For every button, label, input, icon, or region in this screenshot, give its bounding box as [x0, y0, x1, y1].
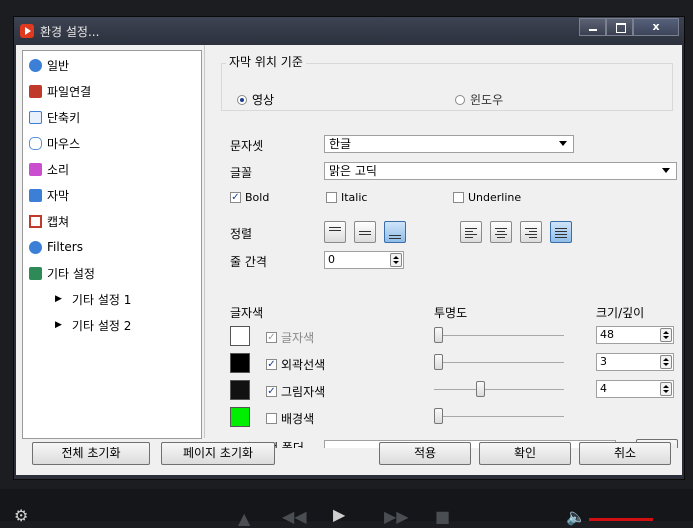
- size-spinner[interactable]: 3: [596, 353, 674, 371]
- font-label: 글꼴: [230, 166, 253, 180]
- mouse-icon: [29, 136, 42, 150]
- align-bottom-button[interactable]: [384, 221, 406, 243]
- radio-video[interactable]: 영상: [237, 91, 274, 108]
- subtitle-icon: [29, 188, 42, 202]
- tree-item-etc-settings-2[interactable]: ▶ 기타 설정 2: [55, 315, 131, 335]
- align-right-button[interactable]: [520, 221, 542, 243]
- text-color-checkbox: ✓ 글자색: [266, 331, 315, 345]
- background-color-checkbox[interactable]: 배경색: [266, 410, 314, 427]
- shadow-color-checkbox[interactable]: ✓ 그림자색: [266, 383, 325, 400]
- gear-icon: [29, 240, 42, 254]
- etc-icon: [29, 266, 42, 280]
- cancel-button[interactable]: 취소: [579, 442, 671, 465]
- app-logo-icon: [20, 24, 34, 38]
- opacity-header: 투명도: [434, 306, 468, 320]
- opacity-slider-track: [434, 335, 564, 336]
- spin-arrows-icon[interactable]: [390, 253, 402, 267]
- expand-arrow-icon[interactable]: ▶: [55, 320, 62, 330]
- window-title: 환경 설정...: [40, 25, 100, 39]
- tree-item-etc-settings-1[interactable]: ▶ 기타 설정 1: [55, 289, 131, 309]
- opacity-slider-thumb[interactable]: [434, 354, 443, 370]
- volume-icon[interactable]: 🔈: [566, 507, 586, 526]
- category-tree: 일반 파일연결 단축키 마우스 소리 자막 캡쳐 Filters 기타 설정 ▶…: [22, 50, 202, 439]
- radio-dot: [237, 94, 247, 105]
- opacity-slider-thumb[interactable]: [476, 381, 485, 397]
- check-icon: ✓: [230, 192, 241, 203]
- spin-arrows-icon[interactable]: [660, 382, 672, 396]
- stop-icon[interactable]: ■: [435, 507, 450, 526]
- charset-label: 문자셋: [230, 139, 264, 153]
- tree-item-mouse[interactable]: 마우스: [29, 133, 80, 153]
- player-control-bar: [0, 489, 693, 521]
- outline-color-checkbox[interactable]: ✓ 외곽선색: [266, 356, 325, 373]
- linespacing-spinner[interactable]: 0: [324, 251, 404, 269]
- tree-item-capture[interactable]: 캡쳐: [29, 211, 69, 231]
- radio-dot: [455, 94, 465, 105]
- tree-item-sound[interactable]: 소리: [29, 159, 69, 179]
- underline-checkbox[interactable]: Underline: [453, 191, 521, 204]
- panel-separator: [204, 45, 205, 438]
- tree-item-shortcuts[interactable]: 단축키: [29, 107, 80, 127]
- close-button[interactable]: x: [633, 18, 679, 36]
- opacity-slider-thumb[interactable]: [434, 327, 443, 343]
- preferences-dialog: 환경 설정... x 일반 파일연결 단축키 마우스 소리 자막 캡쳐 Filt…: [13, 16, 685, 480]
- tree-item-etc-settings[interactable]: 기타 설정: [29, 263, 95, 283]
- expand-arrow-icon[interactable]: ▶: [55, 294, 62, 304]
- crop-icon: [29, 214, 42, 228]
- eject-icon[interactable]: ▲: [238, 509, 250, 528]
- chevron-down-icon: [662, 168, 670, 173]
- ok-button[interactable]: 확인: [479, 442, 571, 465]
- maximize-button[interactable]: [606, 18, 633, 36]
- opacity-slider-track: [434, 362, 564, 363]
- font-select[interactable]: 맑은 고딕: [324, 162, 677, 180]
- tree-item-subtitle[interactable]: 자막: [29, 185, 69, 205]
- apply-button[interactable]: 적용: [379, 442, 471, 465]
- position-group-title: 자막 위치 기준: [226, 53, 306, 70]
- opacity-slider-thumb[interactable]: [434, 408, 443, 424]
- gear-icon: [29, 58, 42, 72]
- align-middle-button[interactable]: [354, 221, 376, 243]
- swatch-text-color[interactable]: [230, 326, 250, 346]
- radio-window[interactable]: 윈도우: [455, 91, 503, 108]
- play-icon[interactable]: ▶: [333, 505, 345, 524]
- size-spinner[interactable]: 4: [596, 380, 674, 398]
- align-center-button[interactable]: [490, 221, 512, 243]
- dialog-client-area: 일반 파일연결 단축키 마우스 소리 자막 캡쳐 Filters 기타 설정 ▶…: [16, 45, 682, 475]
- reset-page-button[interactable]: 페이지 초기화: [161, 442, 275, 465]
- keyboard-shortcut-icon: [29, 110, 42, 124]
- align-left-button[interactable]: [460, 221, 482, 243]
- align-label: 정렬: [230, 227, 253, 241]
- settings-gear-icon[interactable]: ⚙: [14, 506, 28, 525]
- linespacing-label: 줄 간격: [230, 255, 267, 269]
- tree-item-filters[interactable]: Filters: [29, 237, 83, 257]
- title-bar[interactable]: 환경 설정... x: [14, 17, 684, 45]
- minimize-button[interactable]: [579, 18, 606, 36]
- swatch-outline-color[interactable]: [230, 353, 250, 373]
- chevron-down-icon: [559, 141, 567, 146]
- fast-forward-icon[interactable]: ▶▶: [384, 507, 409, 526]
- color-header: 글자색: [230, 306, 264, 320]
- tree-item-general[interactable]: 일반: [29, 55, 69, 75]
- size-spinner[interactable]: 48: [596, 326, 674, 344]
- bold-checkbox[interactable]: ✓ Bold: [230, 191, 269, 204]
- charset-select[interactable]: 한글: [324, 135, 574, 153]
- size-header: 크기/깊이: [596, 306, 645, 320]
- align-justify-button[interactable]: [550, 221, 572, 243]
- file-association-icon: [29, 84, 42, 98]
- opacity-slider-track: [434, 416, 564, 417]
- spin-arrows-icon[interactable]: [660, 355, 672, 369]
- rewind-icon[interactable]: ◀◀: [282, 507, 307, 526]
- reset-all-button[interactable]: 전체 초기화: [32, 442, 150, 465]
- italic-checkbox[interactable]: Italic: [326, 191, 367, 204]
- spin-arrows-icon[interactable]: [660, 328, 672, 342]
- position-group: [221, 63, 673, 111]
- close-icon: x: [652, 20, 660, 33]
- swatch-background-color[interactable]: [230, 407, 250, 427]
- swatch-shadow-color[interactable]: [230, 380, 250, 400]
- tree-item-file-association[interactable]: 파일연결: [29, 81, 91, 101]
- align-top-button[interactable]: [324, 221, 346, 243]
- music-note-icon: [29, 162, 42, 176]
- opacity-slider-track: [434, 389, 564, 390]
